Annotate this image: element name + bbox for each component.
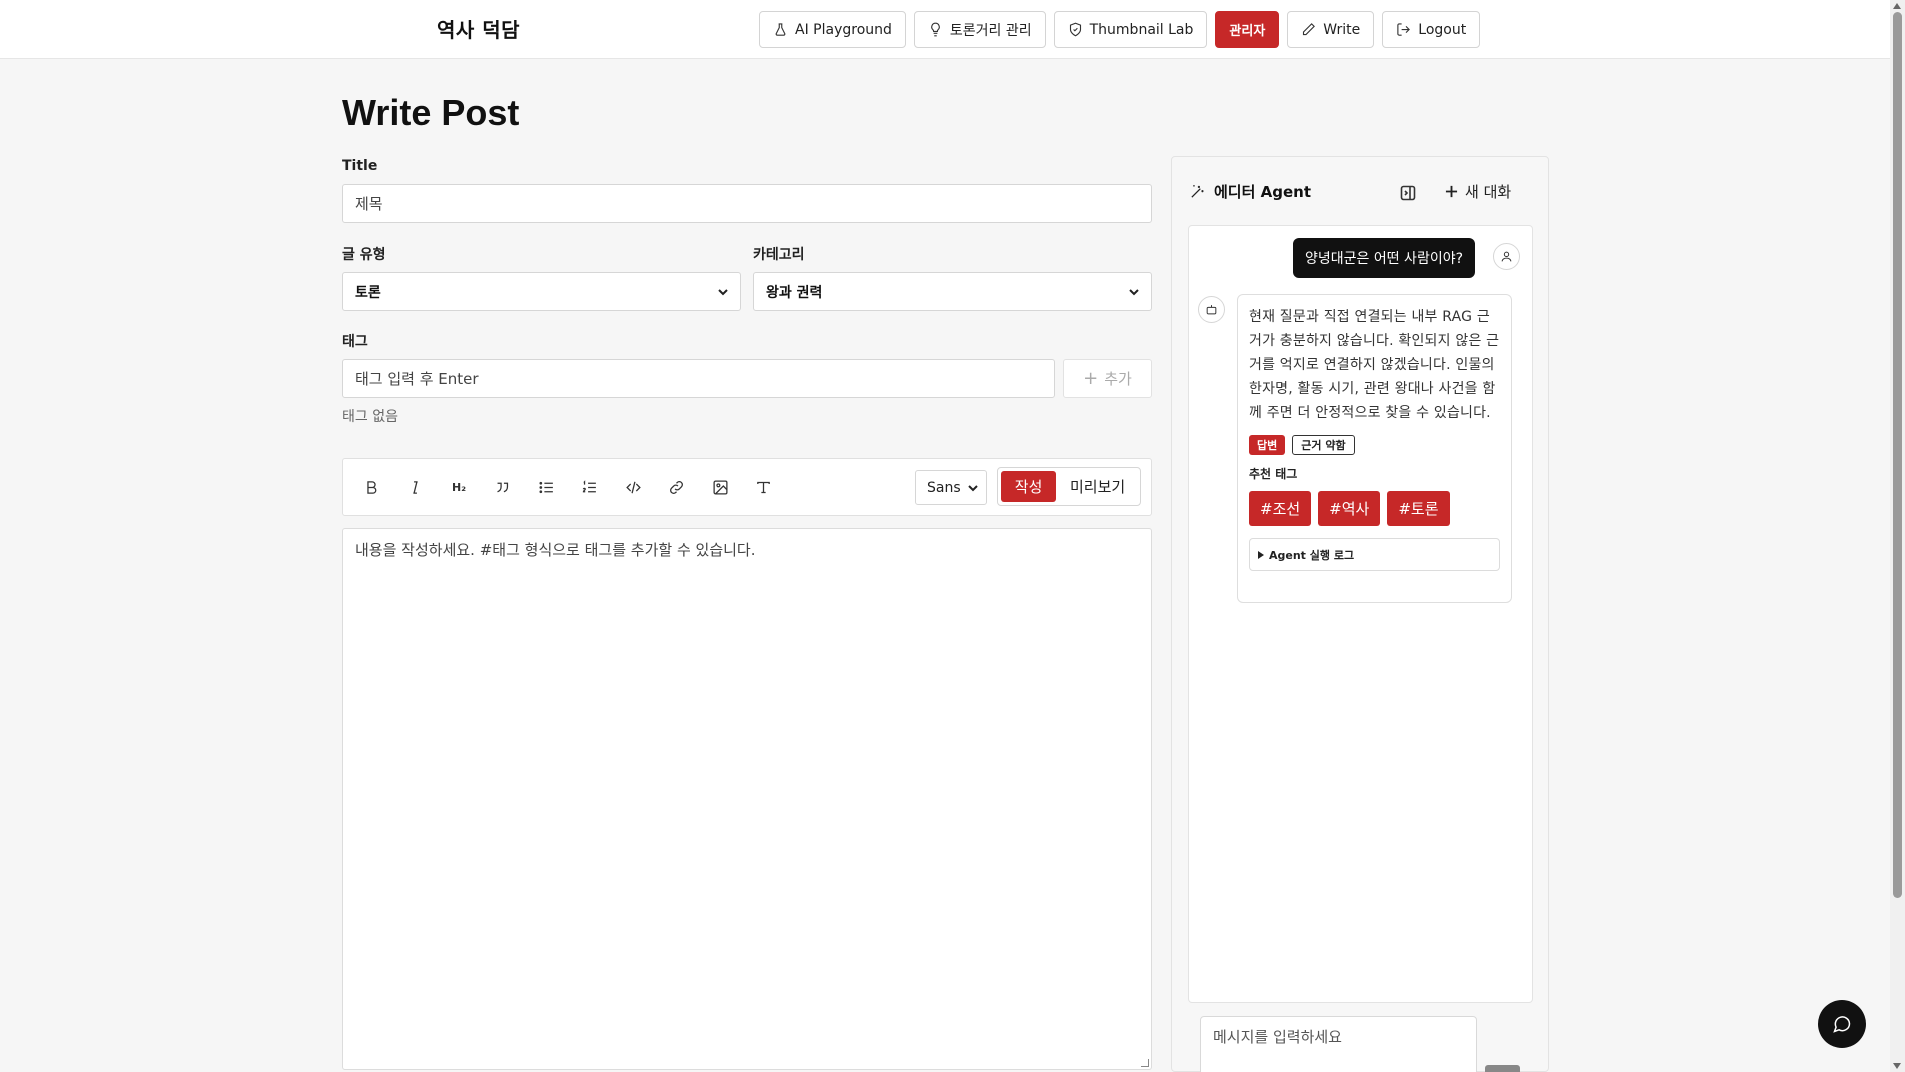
bot-avatar xyxy=(1198,296,1225,323)
lightbulb-icon xyxy=(931,22,940,37)
editor-agent-panel: 에디터 Agent 새 대화 양녕대군은 어떤 사람이야? 현재 질문과 직접 … xyxy=(1171,156,1549,1072)
bullet-list-icon[interactable] xyxy=(535,476,557,498)
chevron-down-icon xyxy=(968,484,978,491)
code-icon[interactable] xyxy=(622,476,644,498)
category-value: 왕과 권력 xyxy=(766,284,823,301)
chat-bubble-icon xyxy=(1833,1016,1851,1033)
robot-icon xyxy=(1206,305,1217,315)
agent-log-label: Agent 실행 로그 xyxy=(1269,548,1355,562)
answer-badge: 답변 xyxy=(1249,435,1286,455)
nav-label: AI Playground xyxy=(795,21,892,38)
chevron-down-icon xyxy=(1129,288,1139,295)
disclosure-triangle-icon xyxy=(1258,550,1264,559)
nav-label: Thumbnail Lab xyxy=(1089,21,1194,38)
agent-title: 에디터 Agent xyxy=(1214,183,1311,201)
shield-check-icon xyxy=(1069,22,1081,37)
user-icon xyxy=(1501,251,1512,262)
heading-glyph: H₂ xyxy=(451,480,467,494)
tag-input[interactable]: 태그 입력 후 Enter xyxy=(342,359,1055,398)
scroll-thumb[interactable] xyxy=(1893,12,1902,898)
bot-message-text: 현재 질문과 직접 연결되는 내부 RAG 근거가 충분하지 않습니다. 확인되… xyxy=(1249,309,1500,421)
logout-icon xyxy=(1397,23,1411,36)
editor-mode-toggle: 작성 미리보기 xyxy=(997,467,1141,506)
post-type-select[interactable]: 토론 xyxy=(342,272,741,311)
recommended-tag[interactable]: #역사 xyxy=(1318,491,1381,526)
new-chat-button[interactable]: 새 대화 xyxy=(1445,181,1511,202)
resize-handle[interactable] xyxy=(1141,1059,1149,1067)
nav-logout-button[interactable]: Logout xyxy=(1382,11,1481,48)
weak-evidence-badge: 근거 약함 xyxy=(1292,435,1355,455)
nav-ai-playground-button[interactable]: AI Playground xyxy=(759,11,906,48)
new-chat-label: 새 대화 xyxy=(1465,183,1512,201)
recommended-tag[interactable]: #토론 xyxy=(1387,491,1450,526)
scroll-up-arrow[interactable] xyxy=(1893,3,1901,9)
answer-badges: 답변 근거 약함 xyxy=(1249,435,1500,455)
plus-icon xyxy=(1445,185,1458,198)
text-format-icon[interactable] xyxy=(752,476,774,498)
font-value: Sans xyxy=(927,479,961,496)
post-type-value: 토론 xyxy=(355,284,381,301)
send-button[interactable] xyxy=(1485,1065,1520,1072)
page-title: Write Post xyxy=(342,92,520,133)
content-textarea[interactable]: 내용을 작성하세요. #태그 형식으로 태그를 추가할 수 있습니다. xyxy=(342,528,1152,1070)
recommended-tags: #조선 #역사 #토론 xyxy=(1249,491,1500,526)
nav-topic-manage-button[interactable]: 토론거리 관리 xyxy=(913,11,1046,48)
user-avatar xyxy=(1493,243,1520,270)
nav-write-button[interactable]: Write xyxy=(1287,11,1375,48)
user-message: 양녕대군은 어떤 사람이야? xyxy=(1293,238,1476,278)
nav-menu: AI Playground 토론거리 관리 Thumbnail Lab 관리자 … xyxy=(759,11,1481,48)
collapse-panel-button[interactable] xyxy=(1400,185,1416,201)
editor-toolbar: H₂ Sans 작성 미리보기 xyxy=(342,458,1152,516)
top-navbar: 역사 덕담 AI Playground 토론거리 관리 Thumbnail La… xyxy=(0,0,1890,59)
write-mode-button[interactable]: 작성 xyxy=(1001,471,1057,502)
title-input[interactable]: 제목 xyxy=(342,184,1152,223)
nav-admin-button[interactable]: 관리자 xyxy=(1215,11,1280,48)
plus-icon: + xyxy=(1083,367,1099,389)
message-placeholder: 메시지를 입력하세요 xyxy=(1213,1028,1342,1046)
category-label: 카테고리 xyxy=(753,247,805,263)
recommended-tags-label: 추천 태그 xyxy=(1249,467,1298,481)
message-input[interactable]: 메시지를 입력하세요 xyxy=(1200,1016,1477,1072)
nav-label: 토론거리 관리 xyxy=(949,22,1032,39)
title-label: Title xyxy=(342,158,378,174)
site-logo[interactable]: 역사 덕담 xyxy=(437,14,520,43)
add-tag-button[interactable]: + 추가 xyxy=(1063,359,1152,398)
nav-label: 관리자 xyxy=(1229,24,1266,39)
content-placeholder: 내용을 작성하세요. #태그 형식으로 태그를 추가할 수 있습니다. xyxy=(355,541,756,559)
link-icon[interactable] xyxy=(665,476,687,498)
numbered-list-icon[interactable] xyxy=(578,476,600,498)
heading-icon[interactable]: H₂ xyxy=(448,476,470,498)
panel-collapse-icon xyxy=(1400,185,1416,201)
pencil-icon xyxy=(1303,23,1316,36)
recommended-tag[interactable]: #조선 xyxy=(1249,491,1312,526)
tags-label: 태그 xyxy=(342,334,368,350)
agent-log-toggle[interactable]: Agent 실행 로그 xyxy=(1249,538,1500,571)
preview-mode-button[interactable]: 미리보기 xyxy=(1058,471,1137,502)
chat-messages: 양녕대군은 어떤 사람이야? 현재 질문과 직접 연결되는 내부 RAG 근거가… xyxy=(1188,225,1533,1003)
scroll-down-arrow[interactable] xyxy=(1893,1063,1901,1069)
image-icon[interactable] xyxy=(709,476,731,498)
chat-fab-button[interactable] xyxy=(1818,1000,1866,1048)
agent-header: 에디터 Agent xyxy=(1189,181,1311,202)
nav-thumbnail-lab-button[interactable]: Thumbnail Lab xyxy=(1053,11,1208,48)
nav-label: Logout xyxy=(1418,21,1467,38)
bold-icon[interactable] xyxy=(360,476,382,498)
italic-icon[interactable] xyxy=(404,476,426,498)
no-tags-text: 태그 없음 xyxy=(342,409,398,425)
add-tag-label: 추가 xyxy=(1104,370,1132,388)
category-select[interactable]: 왕과 권력 xyxy=(753,272,1152,311)
post-type-label: 글 유형 xyxy=(342,247,386,263)
flask-icon xyxy=(775,23,786,36)
bot-message: 현재 질문과 직접 연결되는 내부 RAG 근거가 충분하지 않습니다. 확인되… xyxy=(1237,294,1512,603)
nav-label: Write xyxy=(1323,21,1361,38)
font-select[interactable]: Sans xyxy=(915,470,987,505)
magic-wand-icon xyxy=(1191,185,1204,198)
chevron-down-icon xyxy=(718,288,728,295)
quote-icon[interactable] xyxy=(491,476,513,498)
page-scrollbar[interactable] xyxy=(1890,0,1905,1072)
